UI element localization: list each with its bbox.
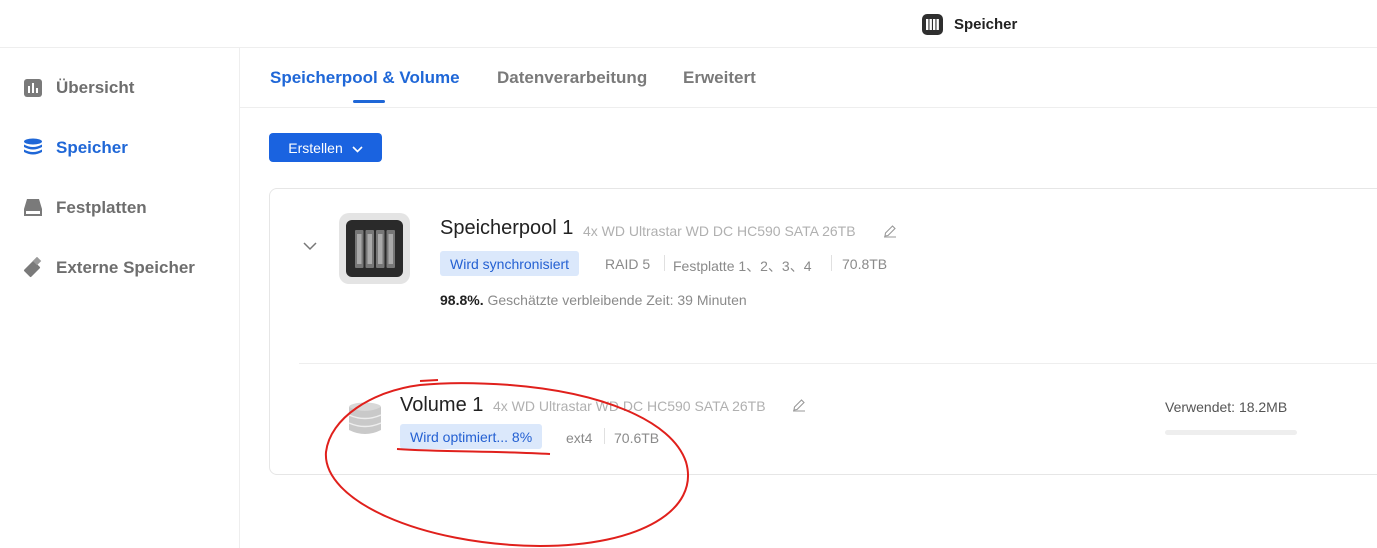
edit-icon[interactable]	[883, 224, 897, 243]
divider	[604, 428, 605, 444]
sidebar-item-label: Externe Speicher	[56, 258, 195, 277]
status-badge: Wird synchronisiert	[440, 251, 580, 276]
chevron-down-icon	[352, 140, 363, 156]
usb-drive-icon	[22, 257, 44, 279]
app-title-text: Speicher	[954, 15, 1018, 33]
volume-used: Verwendet: 18.2MB	[1165, 399, 1288, 415]
status-badge: Wird optimiert... 8%	[400, 424, 543, 449]
sync-progress: 98.8%. Geschätzte verbleibende Zeit: 39 …	[440, 292, 747, 308]
sidebar-item-label: Übersicht	[56, 78, 135, 97]
volume-usage-bar	[1165, 430, 1297, 435]
pool-capacity: 70.8TB	[842, 256, 888, 272]
create-button[interactable]: Erstellen	[269, 133, 382, 162]
card-divider	[299, 363, 1377, 364]
chevron-down-icon[interactable]	[302, 238, 318, 259]
active-tab-indicator	[353, 100, 385, 103]
pool-drives: Festplatte 1、2、3、4	[673, 258, 812, 274]
volume-filesystem: ext4	[566, 430, 593, 446]
sidebar-item-overview[interactable]: Übersicht	[22, 75, 134, 101]
top-bar: Speicher	[0, 0, 1377, 48]
sync-percent: 98.8%.	[440, 292, 484, 308]
volume-name: Volume 1	[400, 394, 484, 416]
volume-disk-model: 4x WD Ultrastar WD DC HC590 SATA 26TB	[493, 398, 766, 414]
tab-pool-volume[interactable]: Speicherpool & Volume	[270, 68, 460, 88]
volume-icon	[347, 402, 383, 441]
sidebar: Übersicht Speicher Festplatten Externe S…	[0, 48, 240, 548]
sidebar-item-label: Speicher	[56, 138, 128, 157]
database-icon	[22, 137, 44, 159]
sidebar-item-storage[interactable]: Speicher	[22, 135, 128, 161]
tab-advanced[interactable]: Erweitert	[683, 68, 756, 88]
storage-manager-window: Speicher Übersicht Speicher Festplatten …	[0, 0, 1377, 548]
tab-bar: Speicherpool & Volume Datenverarbeitung …	[240, 48, 1377, 108]
sync-remaining: Geschätzte verbleibende Zeit: 39 Minuten	[487, 292, 747, 308]
sidebar-item-label: Festplatten	[56, 198, 147, 217]
divider	[664, 255, 665, 271]
pool-name: Speicherpool 1	[440, 217, 574, 239]
tab-data-processing[interactable]: Datenverarbeitung	[497, 68, 647, 88]
pool-disk-model: 4x WD Ultrastar WD DC HC590 SATA 26TB	[583, 223, 856, 239]
sidebar-item-disks[interactable]: Festplatten	[22, 195, 147, 221]
storage-manager-icon	[922, 13, 943, 35]
divider	[831, 255, 832, 271]
volume-capacity: 70.6TB	[614, 430, 660, 446]
storage-pool-icon	[339, 213, 410, 284]
create-button-label: Erstellen	[288, 139, 343, 156]
sidebar-item-external[interactable]: Externe Speicher	[22, 255, 195, 281]
edit-icon[interactable]	[792, 398, 806, 417]
hard-disk-icon	[22, 197, 44, 219]
overview-chart-icon	[22, 77, 44, 99]
raid-type: RAID 5	[605, 256, 651, 272]
app-title: Speicher	[922, 13, 1017, 35]
